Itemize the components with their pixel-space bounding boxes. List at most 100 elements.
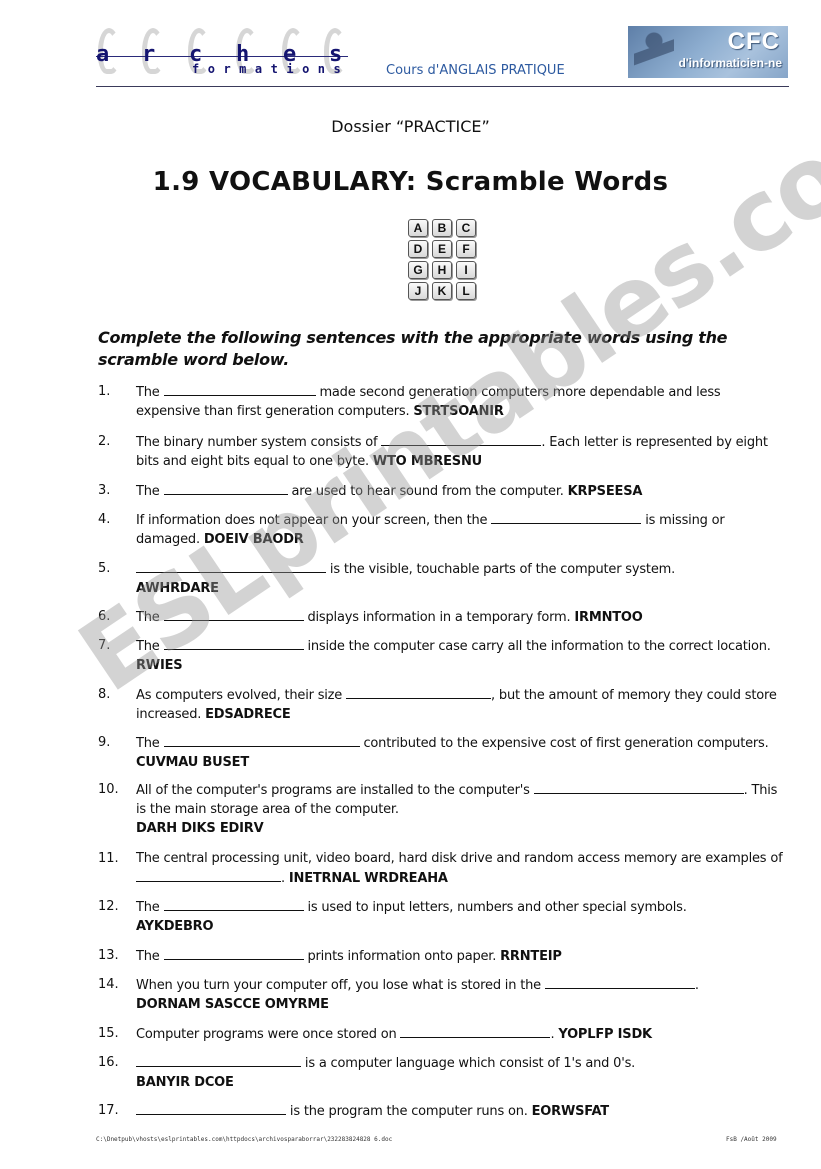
letter-tile: D [408, 240, 428, 258]
scrambled-word: CUVMAU BUSET [136, 755, 250, 770]
item-sentence: The is used to input letters, numbers an… [136, 897, 788, 936]
item-number: 11. [98, 851, 119, 866]
letter-tile: L [456, 282, 476, 300]
person-image-icon [634, 30, 674, 74]
answer-blank[interactable] [400, 1024, 551, 1038]
answer-blank[interactable] [163, 897, 304, 911]
footer-date: FsB /Août 2009 [726, 1136, 777, 1143]
page-title: 1.9 VOCABULARY: Scramble Words [152, 167, 669, 197]
item-number: 8. [98, 687, 111, 702]
sentence-text: The [136, 484, 164, 499]
item-sentence: The displays information in a temporary … [136, 607, 788, 627]
item-sentence: The are used to hear sound from the comp… [136, 481, 788, 501]
sentence-text: The [136, 736, 164, 751]
letter-tile: E [432, 240, 452, 258]
sentence-text: is a computer language which consist of … [301, 1056, 636, 1071]
item-number: 9. [98, 735, 111, 750]
item-sentence: The binary number system consists of . E… [136, 432, 788, 471]
sentence-text: is the program the computer runs on. [286, 1104, 532, 1119]
answer-blank[interactable] [346, 685, 492, 699]
answer-blank[interactable] [136, 1053, 301, 1067]
item-sentence: All of the computer's programs are insta… [136, 780, 788, 838]
sentence-text: . [694, 978, 699, 993]
answer-blank[interactable] [163, 607, 304, 621]
cfc-logo-subtitle: d'informaticien-ne [678, 56, 782, 70]
sentence-text: Computer programs were once stored on [136, 1027, 401, 1042]
item-sentence: The made second generation computers mor… [136, 382, 788, 421]
item-number: 1. [98, 384, 111, 399]
item-sentence: The inside the computer case carry all t… [136, 636, 788, 675]
scrambled-word: YOPLFP ISDK [558, 1027, 652, 1042]
answer-blank[interactable] [163, 733, 360, 747]
item-sentence: As computers evolved, their size , but t… [136, 685, 788, 724]
scrambled-word: RRNTEIP [500, 949, 562, 964]
item-sentence: When you turn your computer off, you los… [136, 975, 788, 1014]
letter-tile: H [432, 261, 452, 279]
sentence-text: The [136, 949, 164, 964]
scrambled-word: AWHRDARE [136, 581, 219, 596]
item-number: 6. [98, 609, 111, 624]
answer-blank[interactable] [163, 481, 288, 495]
letter-tile: C [456, 219, 476, 237]
sentence-text: The [136, 385, 164, 400]
scrambled-word: DARH DIKS EDIRV [136, 821, 264, 836]
answer-blank[interactable] [136, 868, 281, 882]
item-sentence: is the visible, touchable parts of the c… [136, 559, 788, 598]
item-sentence: The contributed to the expensive cost of… [136, 733, 788, 772]
item-sentence: The prints information onto paper. RRNTE… [136, 946, 788, 966]
sentence-text: . [281, 871, 289, 886]
item-number: 13. [98, 948, 119, 963]
scrambled-word: AYKDEBRO [136, 919, 214, 934]
scrambled-word: STRTSOANIR [413, 404, 504, 419]
letter-tile: J [408, 282, 428, 300]
letter-tile: I [456, 261, 476, 279]
sentence-text: The binary number system consists of [136, 435, 382, 450]
letter-tiles-icon: ABC DEF GHI JKL [408, 219, 478, 300]
letter-tile: K [432, 282, 452, 300]
answer-blank[interactable] [381, 432, 542, 446]
sentence-text: is the visible, touchable parts of the c… [326, 562, 676, 577]
letter-tile: B [432, 219, 452, 237]
scrambled-word: WTO MBRESNU [372, 454, 482, 469]
scrambled-word: BANYIR DCOE [136, 1075, 234, 1090]
answer-blank[interactable] [163, 636, 304, 650]
header: a r c h e s formations Cours d'ANGLAIS P… [96, 26, 790, 86]
sentence-text: All of the computer's programs are insta… [136, 783, 534, 798]
item-sentence: If information does not appear on your s… [136, 510, 788, 549]
answer-blank[interactable] [533, 780, 744, 794]
answer-blank[interactable] [544, 975, 695, 989]
item-number: 5. [98, 561, 111, 576]
scrambled-word: EDSADRECE [205, 707, 291, 722]
header-divider [96, 86, 789, 87]
scrambled-word: KRPSEESA [567, 484, 643, 499]
item-number: 17. [98, 1103, 119, 1118]
sentence-text: displays information in a temporary form… [303, 610, 575, 625]
sentence-text: As computers evolved, their size [136, 688, 347, 703]
scrambled-word: EORWSFAT [531, 1104, 610, 1119]
sentence-text: are used to hear sound from the computer… [287, 484, 568, 499]
answer-blank[interactable] [163, 382, 316, 396]
item-number: 4. [98, 512, 111, 527]
sentence-text: If information does not appear on your s… [136, 513, 492, 528]
sentence-text: The [136, 610, 164, 625]
cfc-logo: CFC d'informaticien-ne [628, 26, 788, 78]
item-sentence: is the program the computer runs on. EOR… [136, 1101, 788, 1121]
item-number: 10. [98, 782, 119, 797]
item-sentence: is a computer language which consist of … [136, 1053, 788, 1092]
sentence-text: is used to input letters, numbers and ot… [303, 900, 687, 915]
sentence-text: The central processing unit, video board… [136, 851, 783, 866]
worksheet-page: a r c h e s formations Cours d'ANGLAIS P… [0, 0, 821, 1169]
answer-blank[interactable] [136, 1101, 286, 1115]
item-number: 14. [98, 977, 119, 992]
sentence-text: contributed to the expensive cost of fir… [359, 736, 769, 751]
sentence-text: inside the computer case carry all the i… [303, 639, 771, 654]
item-number: 3. [98, 483, 111, 498]
arches-formations-logo: a r c h e s formations [96, 26, 348, 80]
answer-blank[interactable] [163, 946, 304, 960]
answer-blank[interactable] [136, 559, 326, 573]
scrambled-word: DOEIV BAODR [203, 532, 304, 547]
instructions: Complete the following sentences with th… [98, 328, 728, 369]
answer-blank[interactable] [491, 510, 642, 524]
item-number: 7. [98, 638, 111, 653]
letter-tile: F [456, 240, 476, 258]
